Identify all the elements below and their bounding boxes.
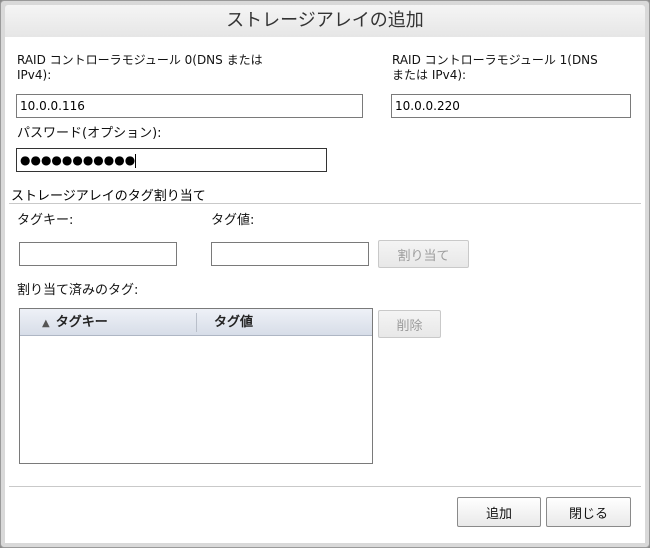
module1-label: RAID コントローラモジュール 1(DNS または IPv4): xyxy=(392,53,598,83)
add-storage-array-dialog: ストレージアレイの追加 RAID コントローラモジュール 0(DNS または I… xyxy=(0,0,650,548)
tag-section-title: ストレージアレイのタグ割り当て xyxy=(11,189,206,204)
add-button[interactable]: 追加 xyxy=(457,497,541,527)
dialog-title: ストレージアレイの追加 xyxy=(5,5,645,37)
dialog-body: RAID コントローラモジュール 0(DNS または IPv4): 10.0.0… xyxy=(5,37,645,543)
assigned-tags-table[interactable]: ▲ タグキー タグ値 xyxy=(19,308,373,464)
close-button[interactable]: 閉じる xyxy=(546,497,631,527)
tag-key-input[interactable] xyxy=(19,242,177,266)
assigned-tags-label: 割り当て済みのタグ: xyxy=(17,283,139,298)
module0-label: RAID コントローラモジュール 0(DNS または IPv4): xyxy=(17,53,263,83)
password-field[interactable]: ●●●●●●●●●●● xyxy=(16,148,327,172)
module1-label-line1: RAID コントローラモジュール 1(DNS xyxy=(392,53,598,67)
assign-button[interactable]: 割り当て xyxy=(378,240,469,268)
tag-value-input[interactable] xyxy=(211,242,369,266)
column-header-tag-key[interactable]: ▲ タグキー xyxy=(42,309,108,336)
delete-button[interactable]: 削除 xyxy=(378,310,441,338)
tag-key-label: タグキー: xyxy=(17,213,74,228)
text-caret xyxy=(135,153,137,168)
module0-label-line1: RAID コントローラモジュール 0(DNS または xyxy=(17,53,263,67)
section-divider xyxy=(9,203,641,204)
column-divider xyxy=(196,313,197,332)
module1-address-field[interactable]: 10.0.0.220 xyxy=(391,94,631,118)
module1-label-line2: または IPv4): xyxy=(392,68,467,82)
table-header: ▲ タグキー タグ値 xyxy=(20,309,372,336)
column-header-tag-value[interactable]: タグ値 xyxy=(214,309,253,336)
tag-value-label: タグ値: xyxy=(211,213,255,228)
column-header-tag-key-label: タグキー xyxy=(55,315,108,330)
module0-label-line2: IPv4): xyxy=(17,68,52,82)
password-masked-value: ●●●●●●●●●●● xyxy=(20,153,136,167)
module0-address-field[interactable]: 10.0.0.116 xyxy=(16,94,363,118)
footer-divider xyxy=(9,486,641,487)
password-label: パスワード(オプション): xyxy=(17,126,162,141)
sort-ascending-icon: ▲ xyxy=(42,318,50,329)
